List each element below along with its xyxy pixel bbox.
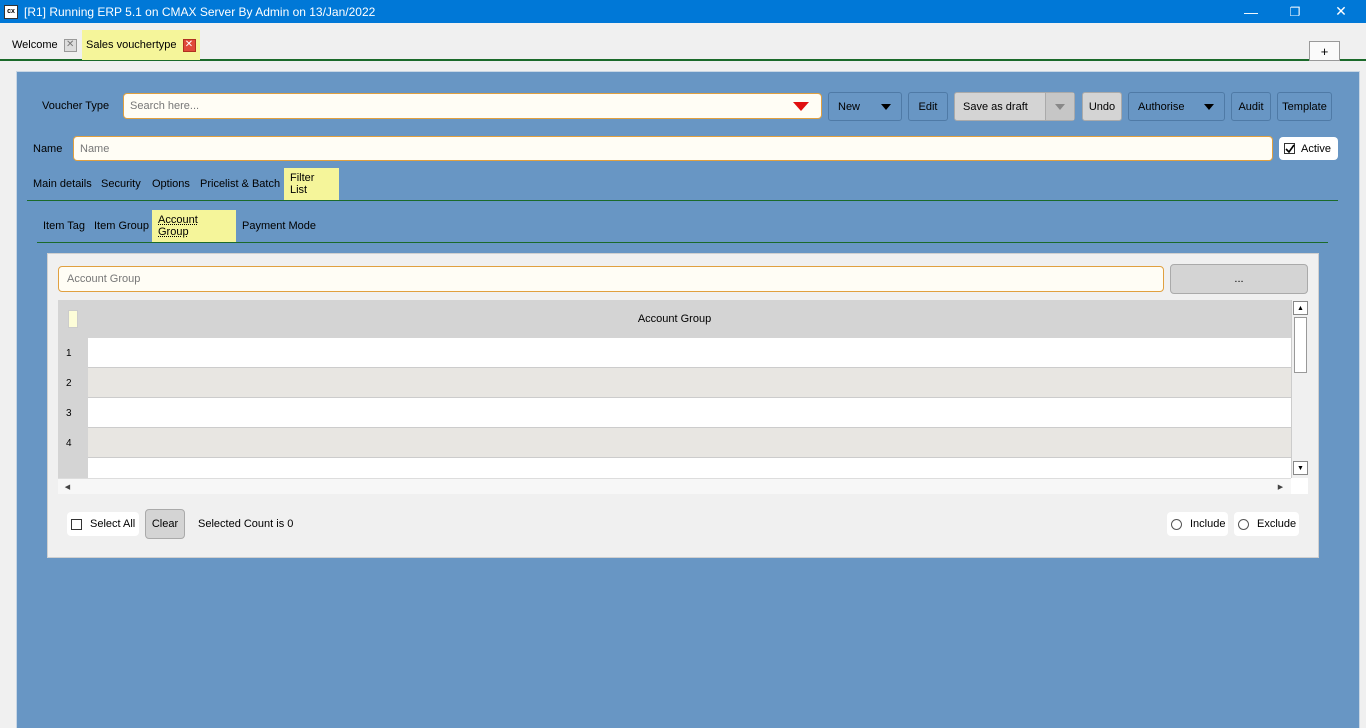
voucher-type-label: Voucher Type bbox=[42, 100, 110, 112]
tab-filter-list[interactable]: Filter List bbox=[284, 168, 339, 200]
scroll-up-icon[interactable]: ▲ bbox=[1293, 301, 1308, 315]
tab-security[interactable]: Security bbox=[95, 168, 147, 200]
tab-welcome-label: Welcome bbox=[12, 39, 58, 51]
row-number: 3 bbox=[58, 398, 88, 428]
tab-divider bbox=[27, 200, 1338, 201]
document-tab-strip: Welcome ✕ Sales vouchertype ✕ + bbox=[0, 23, 1366, 61]
app-logo-icon: cx bbox=[4, 4, 18, 19]
table-row[interactable]: 1 bbox=[58, 338, 1291, 368]
exclude-radio[interactable]: Exclude bbox=[1234, 512, 1299, 536]
horizontal-scrollbar[interactable]: ◀ ▶ bbox=[58, 478, 1291, 494]
chevron-down-icon bbox=[881, 104, 891, 110]
subtab-divider bbox=[37, 242, 1328, 243]
scroll-thumb[interactable] bbox=[1294, 317, 1307, 373]
close-window-button[interactable]: ✕ bbox=[1318, 0, 1364, 23]
tab-main-details[interactable]: Main details bbox=[27, 168, 98, 200]
edit-button[interactable]: Edit bbox=[908, 92, 948, 121]
row-number: 2 bbox=[58, 368, 88, 398]
chevron-down-icon bbox=[1204, 104, 1214, 110]
audit-button[interactable]: Audit bbox=[1231, 92, 1271, 121]
new-button[interactable]: New bbox=[828, 92, 902, 121]
close-tab-icon[interactable]: ✕ bbox=[63, 38, 77, 52]
restore-button[interactable]: ❐ bbox=[1272, 0, 1318, 23]
minimize-button[interactable]: — bbox=[1228, 0, 1274, 23]
save-as-draft-button[interactable]: Save as draft bbox=[954, 92, 1075, 121]
account-group-search-input[interactable]: Account Group bbox=[58, 266, 1164, 292]
subtab-item-group[interactable]: Item Group bbox=[88, 210, 155, 242]
checkbox-checked-icon bbox=[1284, 143, 1295, 154]
radio-icon bbox=[1238, 518, 1249, 530]
add-tab-button[interactable]: + bbox=[1309, 41, 1340, 61]
column-header-account-group[interactable]: Account Group bbox=[638, 313, 711, 325]
tab-pricelist-batch[interactable]: Pricelist & Batch bbox=[194, 168, 286, 200]
title-bar: cx [R1] Running ERP 5.1 on CMAX Server B… bbox=[0, 0, 1366, 23]
select-all-rows-checkbox[interactable] bbox=[68, 310, 78, 328]
radio-icon bbox=[1171, 518, 1182, 530]
chevron-down-icon bbox=[1055, 104, 1065, 110]
account-group-grid: Account Group 1 2 3 4 5 ▲ ▼ bbox=[58, 300, 1308, 494]
checkbox-icon bbox=[71, 518, 82, 530]
tab-sales-vouchertype[interactable]: Sales vouchertype ✕ bbox=[82, 30, 200, 60]
row-number: 4 bbox=[58, 428, 88, 458]
table-row[interactable]: 3 bbox=[58, 398, 1291, 428]
selected-count-text: Selected Count is 0 bbox=[198, 518, 294, 530]
vertical-scrollbar[interactable]: ▲ ▼ bbox=[1291, 300, 1308, 478]
tab-options[interactable]: Options bbox=[146, 168, 196, 200]
authorise-button[interactable]: Authorise bbox=[1128, 92, 1225, 121]
undo-button[interactable]: Undo bbox=[1082, 92, 1122, 121]
voucher-type-form: Voucher Type Search here... New Edit Sav… bbox=[16, 71, 1360, 728]
grid-header: Account Group bbox=[58, 300, 1291, 338]
scroll-left-icon[interactable]: ◀ bbox=[61, 480, 74, 493]
window-title: [R1] Running ERP 5.1 on CMAX Server By A… bbox=[24, 4, 376, 19]
active-checkbox[interactable]: Active bbox=[1279, 137, 1338, 160]
voucher-type-search-input[interactable]: Search here... bbox=[123, 93, 822, 119]
dropdown-arrow-icon[interactable] bbox=[793, 102, 809, 111]
table-row[interactable]: 4 bbox=[58, 428, 1291, 458]
name-label: Name bbox=[33, 143, 63, 155]
browse-button[interactable]: ... bbox=[1170, 264, 1308, 294]
template-button[interactable]: Template bbox=[1277, 92, 1332, 121]
table-row[interactable]: 2 bbox=[58, 368, 1291, 398]
name-input[interactable]: Name bbox=[73, 136, 1273, 161]
tab-sales-vouchertype-label: Sales vouchertype bbox=[86, 39, 177, 51]
save-options-dropdown[interactable] bbox=[1045, 93, 1074, 120]
close-tab-icon[interactable]: ✕ bbox=[182, 38, 196, 52]
clear-button[interactable]: Clear bbox=[145, 509, 185, 539]
scroll-down-icon[interactable]: ▼ bbox=[1293, 461, 1308, 475]
tab-welcome[interactable]: Welcome ✕ bbox=[8, 30, 81, 60]
subtab-item-tag[interactable]: Item Tag bbox=[37, 210, 91, 242]
row-number: 1 bbox=[58, 338, 88, 368]
account-group-filter-panel: Account Group ... Account Group 1 2 3 4 … bbox=[47, 253, 1319, 558]
subtab-payment-mode[interactable]: Payment Mode bbox=[236, 210, 322, 242]
scroll-right-icon[interactable]: ▶ bbox=[1274, 480, 1287, 493]
subtab-account-group[interactable]: Account Group bbox=[152, 210, 236, 242]
select-all-checkbox[interactable]: Select All bbox=[67, 512, 139, 536]
include-radio[interactable]: Include bbox=[1167, 512, 1228, 536]
